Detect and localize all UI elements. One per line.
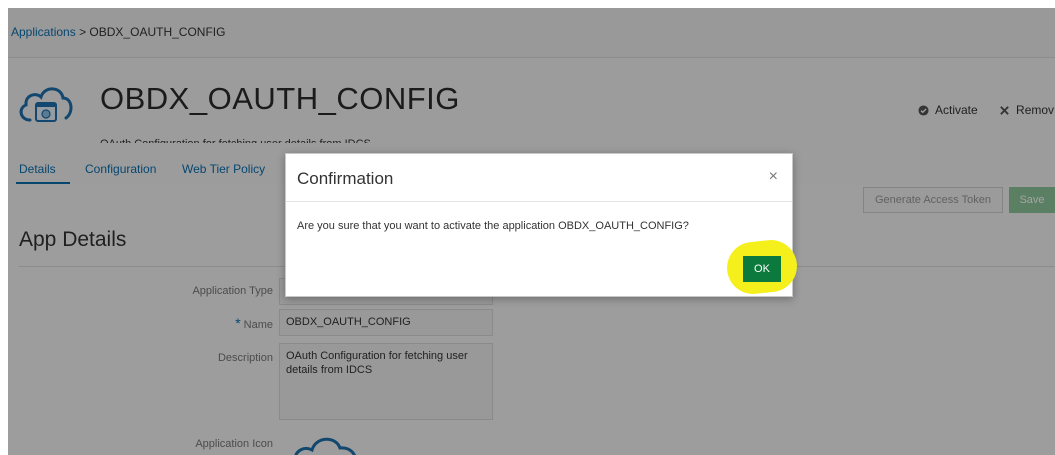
dialog-header: Confirmation × bbox=[286, 154, 792, 202]
confirmation-dialog: Confirmation × Are you sure that you wan… bbox=[285, 153, 800, 297]
dialog-title: Confirmation bbox=[297, 169, 394, 188]
ok-button[interactable]: OK bbox=[743, 256, 781, 282]
close-icon[interactable]: × bbox=[769, 168, 778, 186]
dialog-message: Are you sure that you want to activate t… bbox=[297, 220, 689, 232]
app-window: Applications > OBDX_OAUTH_CONFIG OBDX_OA… bbox=[8, 8, 1055, 455]
